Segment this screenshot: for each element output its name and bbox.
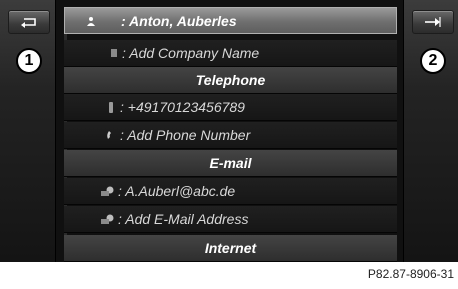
arrow-right-icon: [425, 17, 441, 27]
company-icon: [111, 49, 117, 57]
add-phone-label: : Add Phone Number: [120, 127, 251, 143]
add-email-label: : Add E-Mail Address: [118, 211, 249, 227]
list-item-phone-number[interactable]: : +49170123456789: [64, 94, 397, 121]
section-header-telephone: Telephone: [64, 67, 397, 94]
handset-icon: [107, 131, 111, 139]
list-item-name[interactable]: : Anton, Auberles: [64, 7, 397, 34]
back-button[interactable]: [8, 10, 50, 34]
right-side-button[interactable]: [412, 10, 454, 34]
telephone-header-label: Telephone: [195, 72, 266, 88]
email-icon: [101, 186, 114, 196]
callout-2: 2: [420, 48, 446, 74]
list-item-add-email[interactable]: : Add E-Mail Address: [64, 206, 397, 233]
list-item-add-phone[interactable]: : Add Phone Number: [64, 122, 397, 149]
right-side-panel: 2: [403, 0, 458, 262]
name-label: : Anton, Auberles: [121, 13, 237, 29]
section-header-email: E-mail: [64, 150, 397, 177]
email-header-label: E-mail: [209, 155, 252, 171]
display-screen: 1 : Anton, Auberles : Add Company Name T…: [0, 0, 458, 262]
person-icon: [87, 17, 95, 26]
email-icon: [101, 214, 114, 224]
left-side-panel: 1: [0, 0, 56, 262]
section-header-internet: Internet: [64, 235, 397, 262]
internet-header-label: Internet: [204, 240, 257, 256]
list-item-company[interactable]: : Add Company Name: [64, 40, 397, 67]
contact-detail-list: : Anton, Auberles : Add Company Name Tel…: [56, 0, 403, 262]
phone-number-label: : +49170123456789: [120, 99, 245, 115]
list-item-email[interactable]: : A.Auberl@abc.de: [64, 178, 397, 205]
mobile-phone-icon: [109, 102, 113, 113]
figure-code: P82.87-8906-31: [367, 267, 454, 281]
company-label: : Add Company Name: [122, 45, 260, 61]
callout-1: 1: [16, 48, 42, 74]
email-address-label: : A.Auberl@abc.de: [118, 183, 236, 199]
back-arrow-icon: [21, 18, 36, 28]
